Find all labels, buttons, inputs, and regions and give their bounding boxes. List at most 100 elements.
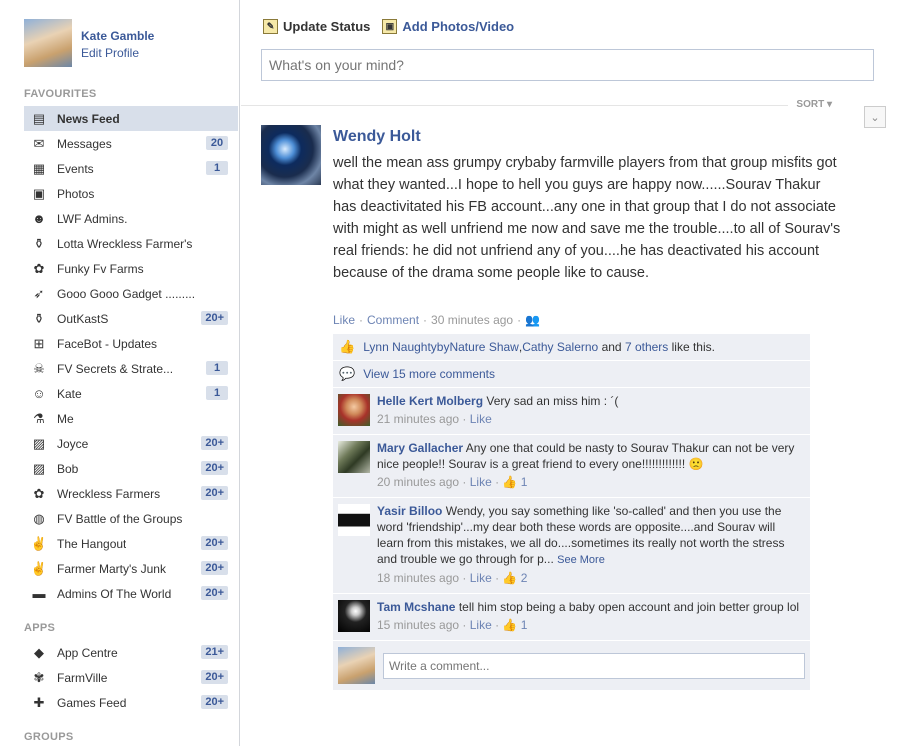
- write-comment-row: [333, 641, 810, 690]
- privacy-friends-icon[interactable]: 👥: [525, 313, 540, 327]
- count-badge: 20+: [201, 536, 228, 550]
- comment-bubble-icon: 💬: [339, 366, 356, 381]
- comment-avatar[interactable]: [338, 441, 370, 473]
- profile-avatar[interactable]: [24, 19, 72, 67]
- view-more-row[interactable]: 💬 View 15 more comments: [333, 361, 810, 388]
- wine-icon: ⚱: [33, 235, 45, 251]
- comment-link[interactable]: Comment: [367, 313, 419, 327]
- sidebar-item-label: LWF Admins.: [57, 211, 128, 226]
- sidebar-item-label: Farmer Marty's Junk: [57, 561, 166, 576]
- sidebar-item-messages[interactable]: ✉ Messages 20: [24, 131, 238, 156]
- sidebar-item-news-feed[interactable]: ▤ News Feed: [24, 106, 238, 131]
- sidebar-item-label: App Centre: [57, 645, 118, 660]
- viewer-avatar: [338, 647, 375, 684]
- sidebar-item-farmville[interactable]: ✾ FarmVille 20+: [24, 665, 238, 690]
- liker-name[interactable]: Cathy Salerno: [522, 340, 598, 354]
- sidebar-item-the-hangout[interactable]: ✌ The Hangout 20+: [24, 531, 238, 556]
- chevron-down-icon[interactable]: ⌄: [864, 106, 886, 128]
- sidebar-item-label: Funky Fv Farms: [57, 261, 144, 276]
- sidebar-item-funky-fv-farms[interactable]: ✿ Funky Fv Farms: [24, 256, 238, 281]
- sidebar-item-label: FaceBot - Updates: [57, 336, 158, 351]
- comment-text: tell him stop being a baby open account …: [458, 600, 800, 614]
- sidebar-item-admins-of-the-world[interactable]: ▬ Admins Of The World 20+: [24, 581, 238, 606]
- count-badge: 20+: [201, 311, 228, 325]
- comment-text: Very sad an miss him : ´(: [486, 394, 619, 408]
- profile-name[interactable]: Kate Gamble: [81, 29, 154, 43]
- edit-profile-link[interactable]: Edit Profile: [81, 46, 139, 60]
- sidebar-item-label: OutKastS: [57, 311, 109, 326]
- sidebar-item-photos[interactable]: ▣ Photos: [24, 181, 238, 206]
- post-time[interactable]: 30 minutes ago: [431, 313, 513, 327]
- count-badge: 20+: [201, 670, 228, 684]
- sort-button[interactable]: SORT ▾: [788, 99, 836, 110]
- add-photos-tab[interactable]: ▣ Add Photos/Video: [382, 19, 514, 34]
- apps-list: ◆ App Centre 21+ ✾ FarmVille 20+ ✚ Games Feed 20…: [24, 640, 238, 715]
- comment-author[interactable]: Mary Gallacher: [377, 441, 463, 455]
- comment-author[interactable]: Helle Kert Molberg: [377, 394, 483, 408]
- count-badge: 20: [206, 136, 228, 150]
- others-link[interactable]: 7 others: [625, 340, 668, 354]
- sidebar-item-events[interactable]: ▦ Events 1: [24, 156, 238, 181]
- comment-author[interactable]: Tam Mcshane: [377, 600, 455, 614]
- comment-avatar[interactable]: [338, 394, 370, 426]
- comment-time[interactable]: 18 minutes ago: [377, 571, 459, 585]
- likes-and: and: [598, 340, 625, 354]
- events-icon: ▦: [32, 160, 46, 176]
- comment-like-link[interactable]: Like: [470, 475, 492, 489]
- count-badge: 1: [206, 386, 228, 400]
- view-more-comments-link[interactable]: View 15 more comments: [363, 367, 495, 381]
- comment-author[interactable]: Yasir Billoo: [377, 504, 442, 518]
- comment-like-link[interactable]: Like: [470, 571, 492, 585]
- sidebar-item-fv-battle-of-the-groups[interactable]: ◍ FV Battle of the Groups: [24, 506, 238, 531]
- sidebar-item-gooo-gooo-gadget[interactable]: ➶ Gooo Gooo Gadget .........: [24, 281, 238, 306]
- comment-like-count-value: 1: [520, 475, 528, 489]
- sidebar-item-wreckless-farmers[interactable]: ✿ Wreckless Farmers 20+: [24, 481, 238, 506]
- comment-item: Tam Mcshane tell him stop being a baby o…: [333, 594, 810, 641]
- status-input[interactable]: [261, 49, 874, 81]
- separator: ·: [359, 313, 364, 327]
- sidebar-item-bob[interactable]: ▨ Bob 20+: [24, 456, 238, 481]
- comment-avatar[interactable]: [338, 504, 370, 536]
- sidebar-item-label: Games Feed: [57, 695, 127, 710]
- sidebar-item-games-feed[interactable]: ✚ Games Feed 20+: [24, 690, 238, 715]
- sidebar-item-joyce[interactable]: ▨ Joyce 20+: [24, 431, 238, 456]
- sidebar-item-label: News Feed: [57, 111, 120, 126]
- comment-like-link[interactable]: Like: [470, 412, 492, 426]
- sidebar-item-app-centre[interactable]: ◆ App Centre 21+: [24, 640, 238, 665]
- sidebar-item-lotta-wreckless-farmer-s[interactable]: ⚱ Lotta Wreckless Farmer's: [24, 231, 238, 256]
- comment-like-link[interactable]: Like: [470, 618, 492, 632]
- comment-like-count[interactable]: 👍 1: [502, 475, 527, 489]
- post-author-avatar[interactable]: [261, 125, 321, 185]
- sort-row: SORT ▾: [241, 99, 836, 111]
- post-author[interactable]: Wendy Holt: [333, 128, 421, 146]
- like-link[interactable]: Like: [333, 313, 355, 327]
- flower-icon: ✿: [33, 485, 45, 501]
- globe-icon: ◍: [33, 510, 45, 526]
- update-status-label: Update Status: [283, 19, 371, 34]
- sidebar-item-label: FV Battle of the Groups: [57, 511, 183, 526]
- update-status-tab[interactable]: ✎ Update Status: [263, 19, 370, 34]
- comment-avatar[interactable]: [338, 600, 370, 632]
- sidebar-item-label: Gooo Gooo Gadget .........: [57, 286, 196, 301]
- photos-icon: ▣: [32, 185, 46, 201]
- count-badge: 1: [206, 361, 228, 375]
- sidebar-item-outkasts[interactable]: ⚱ OutKastS 20+: [24, 306, 238, 331]
- liker-name[interactable]: Lynn NaughtybyNature Shaw: [363, 340, 519, 354]
- sidebar-item-kate[interactable]: ☺ Kate 1: [24, 381, 238, 406]
- photo-icon: ▣: [382, 19, 398, 34]
- sidebar-item-lwf-admins[interactable]: ☻ LWF Admins.: [24, 206, 238, 231]
- sidebar-item-me[interactable]: ⚗ Me: [24, 406, 238, 431]
- write-comment-input[interactable]: [383, 652, 805, 679]
- sidebar-item-fv-secrets-strate[interactable]: ☠ FV Secrets & Strate... 1: [24, 356, 238, 381]
- comment-like-count[interactable]: 👍 2: [502, 571, 527, 585]
- comment-time[interactable]: 20 minutes ago: [377, 475, 459, 489]
- comment-time[interactable]: 15 minutes ago: [377, 618, 459, 632]
- see-more-link[interactable]: See More: [557, 554, 605, 566]
- sidebar-item-farmer-marty-s-junk[interactable]: ✌ Farmer Marty's Junk 20+: [24, 556, 238, 581]
- comment-like-count[interactable]: 👍 1: [502, 618, 527, 632]
- count-badge: 20+: [201, 695, 228, 709]
- sidebar-item-facebot-updates[interactable]: ⊞ FaceBot - Updates: [24, 331, 238, 356]
- flower-icon: ✿: [33, 260, 45, 276]
- thumbs-up-icon: 👍: [502, 618, 518, 632]
- comment-time[interactable]: 21 minutes ago: [377, 412, 459, 426]
